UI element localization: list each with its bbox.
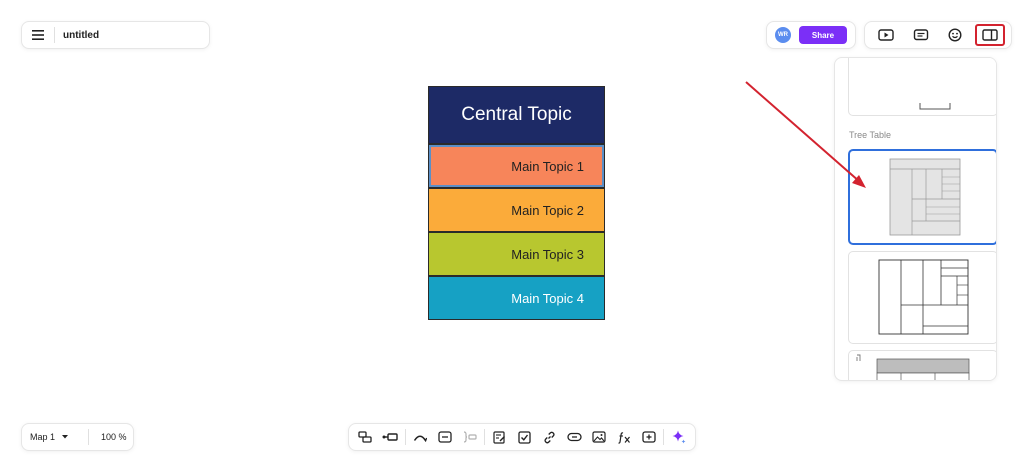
tree-table-preview-icon bbox=[889, 158, 961, 236]
top-tools bbox=[864, 21, 1012, 49]
boundary-button[interactable] bbox=[433, 425, 458, 449]
caret-down-icon bbox=[62, 435, 69, 439]
side-panel: Tree Table bbox=[834, 57, 997, 381]
image-button[interactable] bbox=[587, 425, 612, 449]
tree-table-outline-icon bbox=[878, 259, 969, 335]
emoji-button[interactable] bbox=[940, 24, 970, 46]
topic-button[interactable] bbox=[353, 425, 378, 449]
map-name: Map 1 bbox=[30, 432, 56, 442]
main-topic-label: Main Topic 1 bbox=[511, 158, 584, 174]
app-root: untitled WR Share Tree Table Central Top… bbox=[0, 0, 1024, 463]
main-topic-label: Main Topic 3 bbox=[511, 246, 584, 262]
avatar[interactable]: WR bbox=[775, 27, 791, 43]
tree-table-template-3[interactable] bbox=[848, 350, 996, 380]
slideshow-icon bbox=[878, 29, 894, 41]
share-button[interactable]: Share bbox=[799, 26, 847, 44]
link-icon bbox=[544, 431, 555, 443]
relationship-button[interactable] bbox=[408, 425, 433, 449]
slideshow-button[interactable] bbox=[871, 24, 901, 46]
hyperlink-button[interactable] bbox=[562, 425, 587, 449]
menu-button[interactable] bbox=[22, 21, 54, 49]
layout-template-card[interactable] bbox=[848, 58, 996, 116]
main-topic-3[interactable]: Main Topic 3 bbox=[428, 232, 605, 276]
collab-bar: WR Share bbox=[766, 21, 856, 49]
main-topic-4[interactable]: Main Topic 4 bbox=[428, 276, 605, 320]
map-selector[interactable]: Map 1 bbox=[22, 432, 88, 442]
main-topic-label: Main Topic 2 bbox=[511, 202, 584, 218]
file-name[interactable]: untitled bbox=[55, 30, 99, 41]
formula-icon bbox=[618, 431, 630, 444]
zoom-level[interactable]: 100 % bbox=[89, 432, 127, 442]
subtopic-icon bbox=[382, 433, 398, 441]
insert-button[interactable] bbox=[636, 425, 661, 449]
comment-icon bbox=[913, 28, 928, 40]
panel-icon bbox=[982, 29, 998, 41]
central-topic-label: Central Topic bbox=[461, 104, 572, 125]
tree-table-template-1[interactable] bbox=[848, 149, 996, 245]
insert-icon bbox=[642, 431, 656, 443]
ai-sparkle-icon bbox=[672, 430, 686, 444]
section-label: Tree Table bbox=[849, 130, 892, 140]
topic-icon bbox=[358, 431, 373, 443]
divider bbox=[404, 429, 406, 445]
main-topic-1[interactable]: Main Topic 1 bbox=[428, 144, 605, 188]
ai-button[interactable] bbox=[666, 425, 691, 449]
emoji-icon bbox=[948, 28, 962, 42]
image-icon bbox=[592, 431, 606, 443]
bottom-toolbar bbox=[348, 423, 696, 451]
summary-icon bbox=[463, 431, 477, 443]
map-bar: Map 1 100 % bbox=[21, 423, 134, 451]
hamburger-icon bbox=[32, 30, 44, 40]
hyperlink-icon bbox=[567, 432, 582, 442]
mind-map: Central Topic Main Topic 1 Main Topic 2 … bbox=[428, 86, 605, 320]
summary-button[interactable] bbox=[457, 425, 482, 449]
boundary-icon bbox=[438, 431, 452, 443]
main-topic-label: Main Topic 4 bbox=[511, 290, 584, 306]
relationship-icon bbox=[413, 435, 428, 442]
link-button[interactable] bbox=[537, 425, 562, 449]
task-button[interactable] bbox=[512, 425, 537, 449]
tree-table-template-2[interactable] bbox=[848, 251, 996, 344]
formula-button[interactable] bbox=[612, 425, 637, 449]
layout-preview-icon bbox=[919, 103, 951, 110]
panel-toggle-button[interactable] bbox=[974, 24, 1005, 46]
central-topic[interactable]: Central Topic bbox=[428, 86, 605, 144]
divider bbox=[484, 429, 486, 445]
file-bar: untitled bbox=[21, 21, 210, 49]
main-topic-2[interactable]: Main Topic 2 bbox=[428, 188, 605, 232]
tree-table-header-icon bbox=[856, 354, 970, 380]
comment-button[interactable] bbox=[906, 24, 936, 46]
note-button[interactable] bbox=[487, 425, 512, 449]
task-icon bbox=[518, 430, 531, 444]
divider bbox=[663, 429, 665, 445]
subtopic-button[interactable] bbox=[378, 425, 403, 449]
note-edit-icon bbox=[493, 430, 506, 444]
